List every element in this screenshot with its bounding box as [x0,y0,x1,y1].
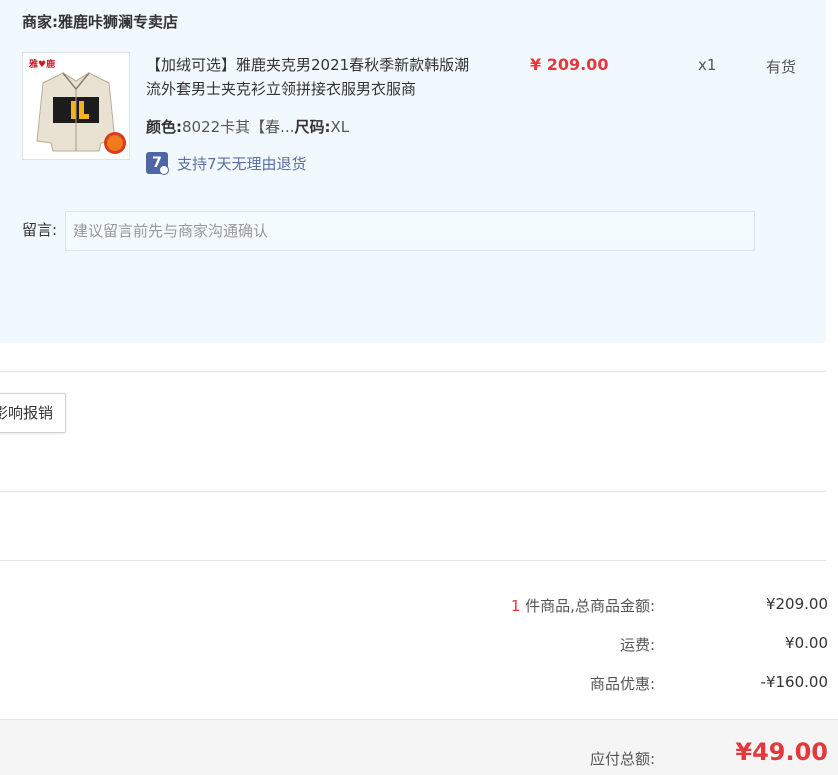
svg-text:雅♥鹿: 雅♥鹿 [28,58,55,70]
stock-status: 有货 [766,58,797,76]
divider [0,491,826,492]
shipping-value: ¥0.00 [785,634,828,652]
total-bar: 应付总额: ¥49.00 [0,719,838,775]
size-value: XL [330,118,350,136]
product-price: ¥ 209.00 [530,55,609,74]
shipping-row: 运费: ¥0.00 [0,634,838,658]
shipping-label: 运费: [619,636,655,654]
merchant-name[interactable]: 商家:雅鹿咔狮澜专卖店 [22,11,178,32]
discount-value: -¥160.00 [760,673,828,691]
jacket-product-image: 雅♥鹿 [23,53,129,159]
seven-day-return[interactable]: 7 支持7天无理由退货 [146,152,307,175]
product-thumbnail[interactable]: 雅♥鹿 [22,52,130,160]
product-spec: 颜色:8022卡其【春...尺码:XL [146,116,349,137]
return-policy-text: 支持7天无理由退货 [177,154,307,173]
discount-label: 商品优惠: [589,675,655,693]
invoice-option-button[interactable]: 影响报销 [0,393,66,433]
seven-day-return-icon: 7 [146,152,169,175]
color-value: 8022卡其【春... [182,118,295,136]
total-label: 应付总额: [589,750,655,768]
goods-total-value: ¥209.00 [765,595,828,613]
total-value: ¥49.00 [735,738,828,766]
discount-row: 商品优惠: -¥160.00 [0,673,838,697]
product-quantity: x1 [698,56,717,74]
divider [0,371,826,372]
goods-total-label: 1 件商品,总商品金额: [510,597,655,615]
message-input[interactable]: 建议留言前先与商家沟通确认 [65,211,755,251]
divider [0,560,826,561]
check-icon [159,165,169,175]
shop-order-panel: 商家:雅鹿咔狮澜专卖店 雅♥鹿 【加绒可选】雅鹿夹克男2021春秋季新款韩版潮流… [0,0,826,343]
message-label: 留言: [22,221,58,239]
size-label: 尺码: [294,118,331,136]
color-label: 颜色: [146,118,182,136]
goods-total-row: 1 件商品,总商品金额: ¥209.00 [0,595,838,619]
product-title[interactable]: 【加绒可选】雅鹿夹克男2021春秋季新款韩版潮流外套男士夹克衫立领拼接衣服男衣服… [146,53,481,101]
item-count: 1 [510,597,521,615]
